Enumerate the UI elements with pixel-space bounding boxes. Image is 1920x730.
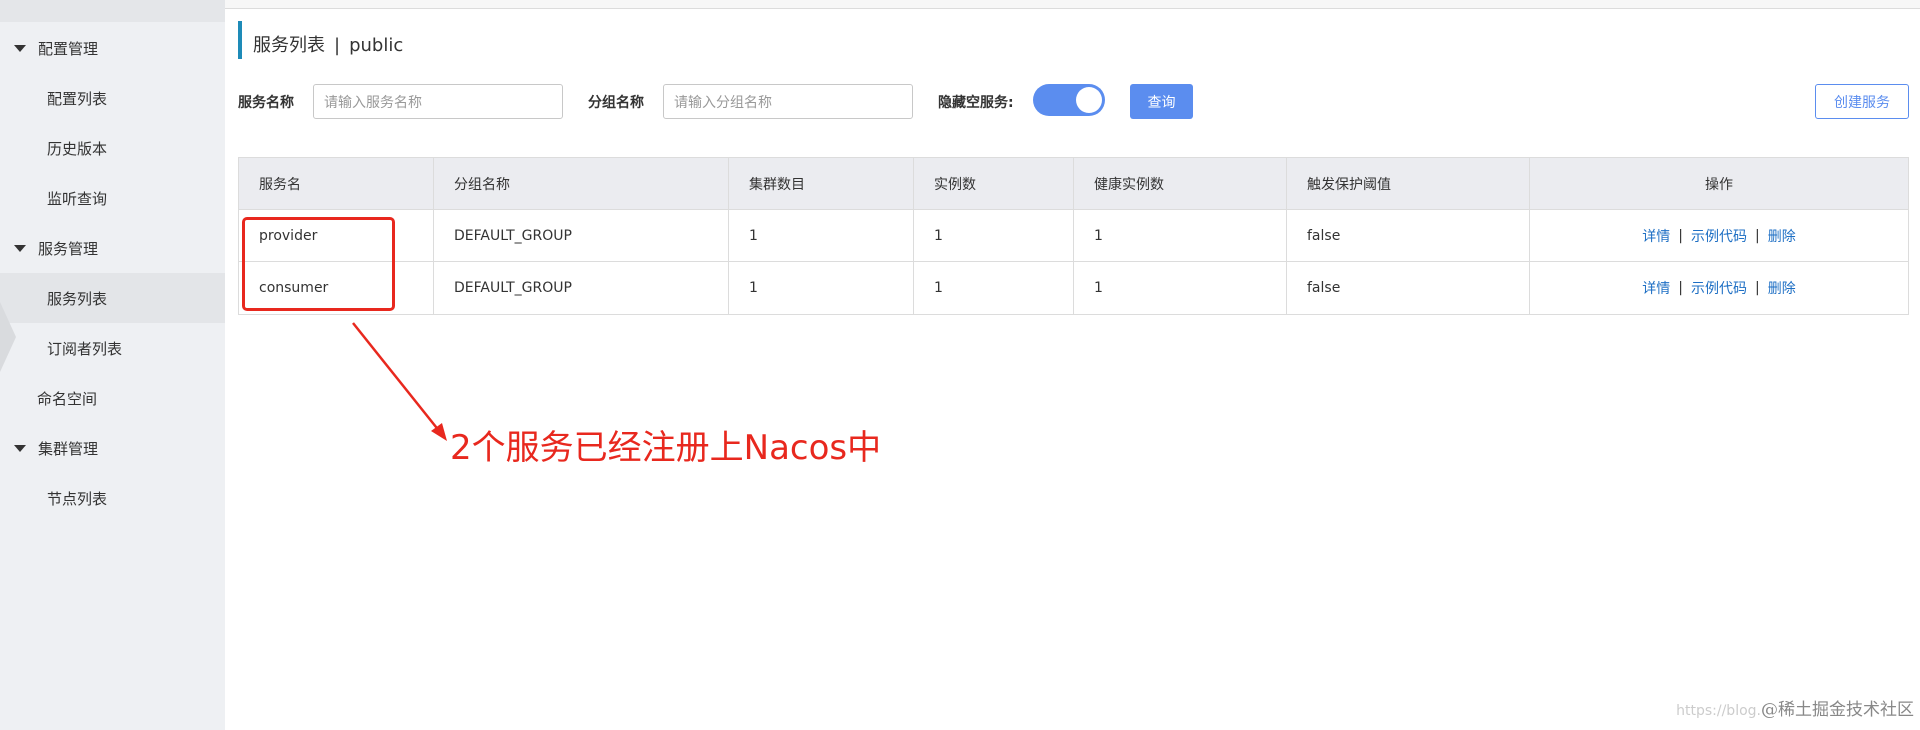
sidebar-item-label: 监听查询 [47,189,108,208]
sidebar: 配置管理 配置列表 历史版本 监听查询 服务管理 服务列表 订阅者列表 命名空间… [0,0,225,730]
healthy-instance-cell: 1 [1074,210,1287,261]
namespace-name: public [349,35,404,56]
sidebar-item-label: 服务列表 [47,289,108,308]
title-accent-bar [238,21,242,59]
action-separator: | [1678,227,1683,244]
group-name-input[interactable]: 请输入分组名称 [663,84,913,119]
sidebar-group-service[interactable]: 服务管理 [0,223,225,273]
sidebar-top-item[interactable] [0,0,225,22]
top-strip [225,0,1920,9]
sidebar-group-label: 服务管理 [38,239,99,258]
sidebar-item-node-list[interactable]: 节点列表 [0,473,225,523]
healthy-instance-cell: 1 [1074,262,1287,314]
table-row: consumer DEFAULT_GROUP 1 1 1 false 详情 | … [239,262,1908,314]
column-header: 集群数目 [729,158,914,209]
sidebar-item-namespace[interactable]: 命名空间 [0,373,225,423]
protect-threshold-cell: false [1287,210,1530,261]
actions-cell: 详情 | 示例代码 | 删除 [1530,262,1908,314]
instance-count-cell: 1 [914,210,1074,261]
column-header: 实例数 [914,158,1074,209]
details-link[interactable]: 详情 [1642,278,1670,298]
caret-down-icon [14,44,26,52]
sidebar-group-label: 配置管理 [38,39,99,58]
details-link[interactable]: 详情 [1642,226,1670,246]
table-row: provider DEFAULT_GROUP 1 1 1 false 详情 | … [239,210,1908,262]
sidebar-group-config[interactable]: 配置管理 [0,23,225,73]
caret-down-icon [14,244,26,252]
cluster-count-cell: 1 [729,262,914,314]
actions-cell: 详情 | 示例代码 | 删除 [1530,210,1908,261]
hide-empty-label: 隐藏空服务: [938,95,1014,111]
instance-count-cell: 1 [914,262,1074,314]
page-title: 服务列表 | public [253,31,403,57]
annotation-highlight-box [242,217,395,311]
group-name-cell: DEFAULT_GROUP [434,262,729,314]
sidebar-group-cluster[interactable]: 集群管理 [0,423,225,473]
watermark: https://blog.@稀土掘金技术社区 [1676,695,1914,720]
sidebar-item-label: 历史版本 [47,139,108,158]
sample-code-link[interactable]: 示例代码 [1691,226,1747,246]
column-header: 操作 [1705,176,1733,193]
service-table: 服务名 分组名称 集群数目 实例数 健康实例数 触发保护阈值 操作 provid… [238,157,1909,315]
action-separator: | [1678,280,1683,296]
sidebar-item-label: 订阅者列表 [47,339,123,358]
column-header: 健康实例数 [1074,158,1287,209]
table-header-row: 服务名 分组名称 集群数目 实例数 健康实例数 触发保护阈值 操作 [239,158,1908,210]
title-separator: | [334,35,341,56]
group-name-cell: DEFAULT_GROUP [434,210,729,261]
create-service-button[interactable]: 创建服务 [1815,84,1909,119]
column-header: 分组名称 [434,158,729,209]
delete-link[interactable]: 删除 [1768,226,1796,246]
watermark-url: https://blog. [1676,703,1761,719]
sidebar-item-config-list[interactable]: 配置列表 [0,73,225,123]
sidebar-collapse-handle[interactable] [0,302,16,372]
cluster-count-cell: 1 [729,210,914,261]
action-separator: | [1755,227,1760,244]
sidebar-item-label: 节点列表 [47,489,108,508]
service-name-input[interactable]: 请输入服务名称 [313,84,563,119]
sidebar-item-service-list[interactable]: 服务列表 [0,273,225,323]
sidebar-item-history[interactable]: 历史版本 [0,123,225,173]
sidebar-item-listener-query[interactable]: 监听查询 [0,173,225,223]
sidebar-group-label: 集群管理 [38,439,99,458]
service-name-label: 服务名称 [238,95,294,111]
watermark-text: @稀土掘金技术社区 [1761,700,1914,720]
caret-down-icon [14,444,26,452]
column-header: 触发保护阈值 [1287,158,1530,209]
page-title-text: 服务列表 [253,35,325,56]
sidebar-item-label: 命名空间 [37,389,98,408]
annotation-text: 2个服务已经注册上Nacos中 [450,428,882,468]
sidebar-item-label: 配置列表 [47,89,108,108]
hide-empty-toggle[interactable] [1033,84,1105,116]
action-separator: | [1755,280,1760,296]
query-button[interactable]: 查询 [1130,84,1193,119]
group-name-label: 分组名称 [588,95,644,111]
sample-code-link[interactable]: 示例代码 [1691,278,1747,298]
protect-threshold-cell: false [1287,262,1530,314]
sidebar-item-subscriber-list[interactable]: 订阅者列表 [0,323,225,373]
toggle-knob [1076,87,1102,113]
delete-link[interactable]: 删除 [1768,278,1796,298]
column-header: 服务名 [239,158,434,209]
